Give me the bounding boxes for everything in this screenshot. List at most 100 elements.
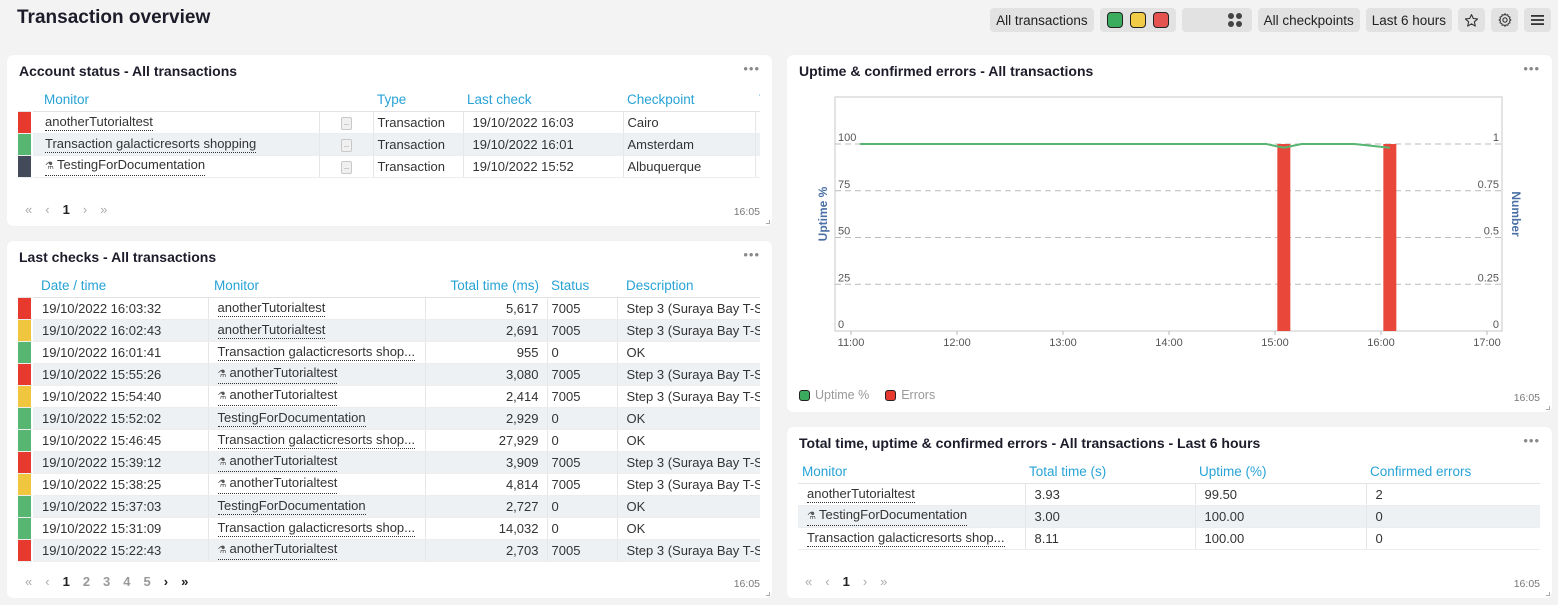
column-header-type[interactable]: Type bbox=[373, 89, 463, 112]
monitor-link[interactable]: anotherTutorialtest bbox=[217, 300, 326, 317]
monitor-link[interactable]: Transaction galacticresorts shop... bbox=[807, 530, 1005, 547]
favorite-button[interactable] bbox=[1458, 8, 1485, 32]
page-button[interactable]: 3 bbox=[103, 574, 110, 589]
resize-handle[interactable] bbox=[1546, 592, 1550, 596]
table-row[interactable]: ⚗ TestingForDocumentation 3.00 100.00 0 bbox=[798, 505, 1540, 528]
monitor-link[interactable]: Transaction galacticresorts shop... bbox=[217, 520, 415, 537]
document-icon[interactable] bbox=[340, 138, 352, 152]
page-button[interactable]: 4 bbox=[123, 574, 130, 589]
column-header-description[interactable]: Description bbox=[617, 275, 760, 298]
monitor-link[interactable]: ⚗ TestingForDocumentation bbox=[807, 507, 968, 526]
settings-button[interactable] bbox=[1491, 8, 1518, 32]
next-page-button[interactable]: › bbox=[164, 574, 168, 589]
status-yellow-toggle[interactable] bbox=[1129, 12, 1146, 28]
table-row[interactable]: 19/10/2022 15:38:25 ⚗ anotherTutorialtest 4… bbox=[18, 473, 760, 496]
transactions-filter-button[interactable]: All transactions bbox=[990, 8, 1094, 32]
first-page-button[interactable]: « bbox=[25, 574, 32, 589]
table-row[interactable]: 19/10/2022 16:03:32 anotherTutorialtest 5,… bbox=[18, 297, 760, 320]
panel-menu-button[interactable]: ••• bbox=[743, 247, 760, 262]
document-icon[interactable] bbox=[340, 160, 352, 174]
column-header-status[interactable]: Status bbox=[547, 275, 617, 298]
monitor-link[interactable]: ⚗ anotherTutorialtest bbox=[217, 475, 338, 494]
prev-page-button[interactable]: ‹ bbox=[45, 574, 49, 589]
status-code-cell: 0 bbox=[547, 341, 618, 364]
table-row[interactable]: Transaction galacticresorts shopping Tran… bbox=[18, 133, 760, 156]
monitor-link[interactable]: ⚗ anotherTutorialtest bbox=[217, 365, 338, 384]
column-header-monitor[interactable]: Monitor bbox=[32, 89, 319, 112]
layout-button[interactable] bbox=[1181, 8, 1252, 32]
resize-handle[interactable] bbox=[766, 592, 770, 596]
table-row[interactable]: 19/10/2022 15:39:12 ⚗ anotherTutorialtest 3… bbox=[18, 451, 760, 474]
next-page-button[interactable]: › bbox=[863, 574, 867, 589]
monitor-link[interactable]: ⚗ TestingForDocumentation bbox=[45, 157, 206, 176]
table-row[interactable]: 19/10/2022 15:31:09 Transaction galacticr… bbox=[18, 517, 760, 540]
legend-item-uptime[interactable]: Uptime % bbox=[799, 388, 869, 402]
table-row[interactable]: 19/10/2022 16:02:43 anotherTutorialtest 2,… bbox=[18, 319, 760, 342]
monitor-link[interactable]: ⚗ anotherTutorialtest bbox=[217, 453, 338, 472]
monitor-link[interactable]: Transaction galacticresorts shopping bbox=[45, 136, 257, 153]
table-row[interactable]: 19/10/2022 15:55:26 ⚗ anotherTutorialtest 3… bbox=[18, 363, 760, 386]
last-check-cell: 19/10/2022 16:03 bbox=[463, 111, 624, 134]
panel-menu-button[interactable]: ••• bbox=[1523, 61, 1540, 76]
column-header-total-time[interactable]: Total time (ms) bbox=[425, 275, 547, 298]
table-row[interactable]: 19/10/2022 15:22:43 ⚗ anotherTutorialtest 2… bbox=[18, 539, 760, 562]
monitor-link[interactable]: TestingForDocumentation bbox=[217, 498, 366, 515]
monitor-link[interactable]: TestingForDocumentation bbox=[217, 410, 366, 427]
table-row[interactable]: Transaction galacticresorts shop... 8.11 1… bbox=[798, 527, 1540, 550]
page-button[interactable]: 2 bbox=[83, 574, 90, 589]
monitor-link[interactable]: anotherTutorialtest bbox=[45, 114, 153, 131]
checkpoints-filter-button[interactable]: All checkpoints bbox=[1257, 8, 1360, 32]
page-button[interactable]: 1 bbox=[843, 574, 850, 589]
table-row[interactable]: 19/10/2022 16:01:41 Transaction galacticr… bbox=[18, 341, 760, 364]
monitor-link[interactable]: ⚗ anotherTutorialtest bbox=[217, 541, 338, 560]
column-header-last-check[interactable]: Last check bbox=[463, 89, 623, 112]
status-code-cell: 7005 bbox=[547, 363, 618, 386]
page-button[interactable]: 1 bbox=[63, 202, 70, 217]
table-row[interactable]: anotherTutorialtest 3.93 99.50 2 bbox=[798, 483, 1540, 506]
monitor-link[interactable]: Transaction galacticresorts shop... bbox=[217, 344, 415, 361]
status-green-toggle[interactable] bbox=[1106, 12, 1123, 28]
prev-page-button[interactable]: ‹ bbox=[45, 202, 49, 217]
column-header-datetime[interactable]: Date / time bbox=[32, 275, 208, 298]
table-row[interactable]: anotherTutorialtest Transaction 19/10/2022… bbox=[18, 111, 760, 134]
prev-page-button[interactable]: ‹ bbox=[825, 574, 829, 589]
page-button[interactable]: 1 bbox=[63, 574, 70, 589]
next-page-button[interactable]: › bbox=[83, 202, 87, 217]
panel-timestamp: 16:05 bbox=[1513, 578, 1540, 590]
monitor-link[interactable]: anotherTutorialtest bbox=[217, 322, 326, 339]
legend-item-errors[interactable]: Errors bbox=[885, 388, 935, 402]
panel-menu-button[interactable]: ••• bbox=[743, 61, 760, 76]
table-row[interactable]: 19/10/2022 15:37:03 TestingForDocumentati… bbox=[18, 495, 760, 518]
first-page-button[interactable]: « bbox=[805, 574, 812, 589]
table-row[interactable]: ⚗ TestingForDocumentation Transaction 19/10… bbox=[18, 155, 760, 178]
column-header-monitor[interactable]: Monitor bbox=[798, 461, 1025, 484]
table-row[interactable]: 19/10/2022 15:52:02 TestingForDocumentati… bbox=[18, 407, 760, 430]
column-header-monitor[interactable]: Monitor bbox=[208, 275, 425, 298]
column-header-uptime[interactable]: Uptime (%) bbox=[1195, 461, 1366, 484]
time-range-button[interactable]: Last 6 hours bbox=[1365, 8, 1452, 32]
menu-button[interactable] bbox=[1524, 8, 1551, 32]
resize-handle[interactable] bbox=[1546, 406, 1550, 410]
last-page-button[interactable]: » bbox=[100, 202, 107, 217]
monitor-link[interactable]: anotherTutorialtest bbox=[807, 486, 915, 503]
table-row[interactable]: 19/10/2022 15:54:40 ⚗ anotherTutorialtest 2… bbox=[18, 385, 760, 408]
column-header-to[interactable]: To bbox=[755, 89, 760, 112]
status-red-toggle[interactable] bbox=[1152, 12, 1169, 28]
status-filter-button[interactable] bbox=[1099, 8, 1176, 32]
column-header-checkpoint[interactable]: Checkpoint bbox=[623, 89, 755, 112]
column-header-confirmed-errors[interactable]: Confirmed errors bbox=[1366, 461, 1540, 484]
monitor-link[interactable]: Transaction galacticresorts shop... bbox=[217, 432, 415, 449]
total-time-cell: 4,814 bbox=[425, 473, 548, 496]
panel-menu-button[interactable]: ••• bbox=[1523, 433, 1540, 448]
monitor-cell: ⚗ anotherTutorialtest bbox=[208, 539, 426, 562]
first-page-button[interactable]: « bbox=[25, 202, 32, 217]
table-row[interactable]: 19/10/2022 15:46:45 Transaction galacticr… bbox=[18, 429, 760, 452]
resize-handle[interactable] bbox=[766, 220, 770, 224]
page-button[interactable]: 5 bbox=[144, 574, 151, 589]
column-header-total-time[interactable]: Total time (s) bbox=[1025, 461, 1195, 484]
last-page-button[interactable]: » bbox=[880, 574, 887, 589]
last-page-button[interactable]: » bbox=[181, 574, 188, 589]
monitor-link[interactable]: ⚗ anotherTutorialtest bbox=[217, 387, 338, 406]
last-checks-table: Date / time Monitor Total time (ms) Stat… bbox=[18, 275, 760, 562]
document-icon[interactable] bbox=[340, 116, 352, 130]
